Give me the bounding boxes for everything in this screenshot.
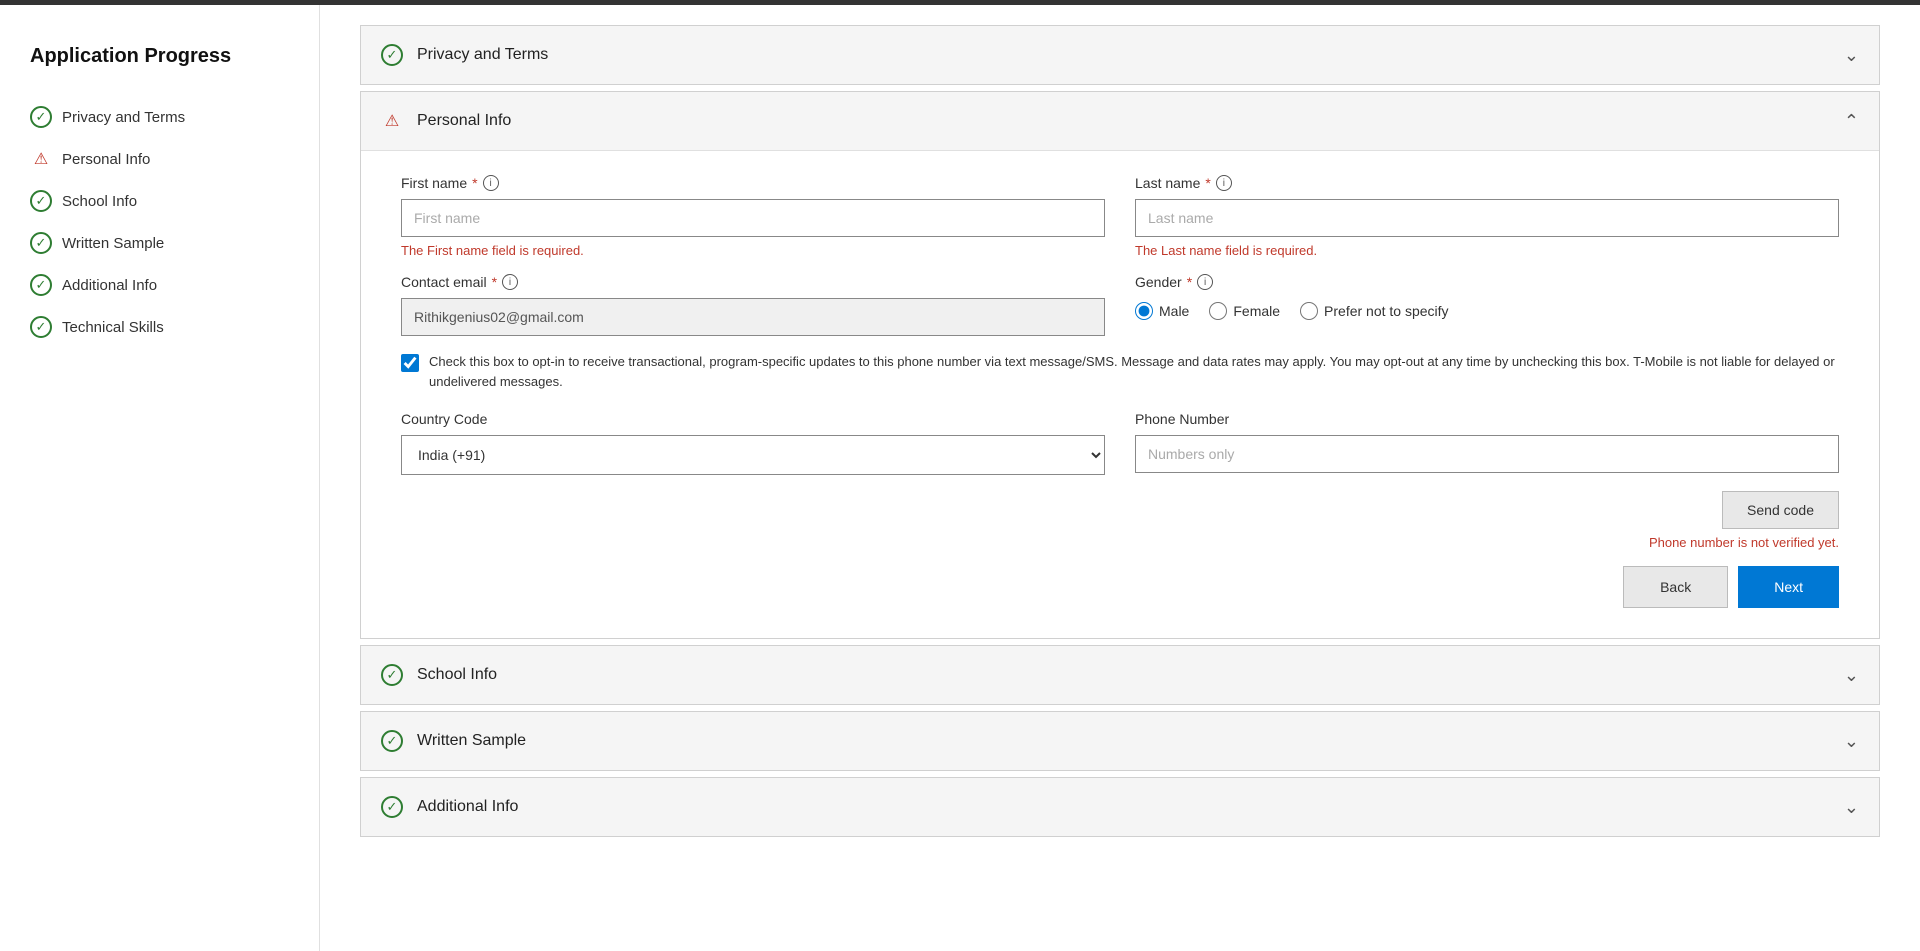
sms-checkbox[interactable] (401, 354, 419, 372)
additional-info-title: Additional Info (417, 798, 518, 816)
first-name-required: * (472, 175, 477, 191)
phone-number-input[interactable] (1135, 435, 1839, 473)
sidebar-item-additional-info[interactable]: ✓ Additional Info (30, 264, 289, 306)
email-info-icon[interactable]: i (502, 274, 518, 290)
check-icon-privacy: ✓ (30, 106, 52, 128)
sidebar: Application Progress ✓ Privacy and Terms… (0, 5, 320, 951)
chevron-down-icon-privacy: ⌄ (1844, 45, 1859, 66)
section-school-info: ✓ School Info ⌄ (360, 645, 1880, 705)
sidebar-label-additional-info: Additional Info (62, 277, 157, 294)
email-gender-row: Contact email * i Gender * i (401, 274, 1839, 336)
app-container: Application Progress ✓ Privacy and Terms… (0, 5, 1920, 951)
contact-email-group: Contact email * i (401, 274, 1105, 336)
check-icon-technical: ✓ (30, 316, 52, 338)
last-name-label: Last name * i (1135, 175, 1839, 191)
check-icon-written: ✓ (30, 232, 52, 254)
accordion-header-additional[interactable]: ✓ Additional Info ⌄ (361, 778, 1879, 836)
gender-prefer-not-label: Prefer not to specify (1324, 303, 1449, 319)
country-code-select[interactable]: India (+91) United States (+1) United Ki… (401, 435, 1105, 475)
check-icon-school-header: ✓ (381, 664, 403, 686)
gender-male-label: Male (1159, 303, 1189, 319)
email-required: * (492, 274, 497, 290)
contact-email-input[interactable] (401, 298, 1105, 336)
check-icon-additional: ✓ (30, 274, 52, 296)
accordion-header-school[interactable]: ✓ School Info ⌄ (361, 646, 1879, 704)
first-name-label: First name * i (401, 175, 1105, 191)
phone-warning: Phone number is not verified yet. (401, 535, 1839, 550)
sms-checkbox-label: Check this box to opt-in to receive tran… (429, 352, 1839, 391)
personal-info-title: Personal Info (417, 112, 511, 130)
gender-label: Gender * i (1135, 274, 1839, 290)
gender-male-radio[interactable] (1135, 302, 1153, 320)
sidebar-label-technical-skills: Technical Skills (62, 319, 164, 336)
first-name-group: First name * i The First name field is r… (401, 175, 1105, 258)
gender-female-label: Female (1233, 303, 1280, 319)
phone-number-group: Phone Number (1135, 411, 1839, 475)
gender-female-option[interactable]: Female (1209, 302, 1280, 320)
sidebar-item-written-sample[interactable]: ✓ Written Sample (30, 222, 289, 264)
gender-female-radio[interactable] (1209, 302, 1227, 320)
sidebar-label-written-sample: Written Sample (62, 235, 164, 252)
sidebar-item-technical-skills[interactable]: ✓ Technical Skills (30, 306, 289, 348)
phone-number-label: Phone Number (1135, 411, 1839, 427)
gender-male-option[interactable]: Male (1135, 302, 1189, 320)
country-code-group: Country Code India (+91) United States (… (401, 411, 1105, 475)
check-icon-additional-header: ✓ (381, 796, 403, 818)
gender-radio-group: Male Female Prefer not to specify (1135, 302, 1839, 320)
back-button[interactable]: Back (1623, 566, 1728, 608)
next-button[interactable]: Next (1738, 566, 1839, 608)
check-icon-written-header: ✓ (381, 730, 403, 752)
section-personal-info: ⚠ Personal Info ⌃ First name * i Th (360, 91, 1880, 639)
sidebar-item-personal-info[interactable]: ⚠ Personal Info (30, 138, 289, 180)
chevron-down-icon-school: ⌄ (1844, 665, 1859, 686)
first-name-error: The First name field is required. (401, 243, 1105, 258)
gender-prefer-not-option[interactable]: Prefer not to specify (1300, 302, 1449, 320)
send-code-row: Send code (401, 491, 1839, 529)
country-code-label: Country Code (401, 411, 1105, 427)
accordion-header-personal[interactable]: ⚠ Personal Info ⌃ (361, 92, 1879, 150)
send-code-button[interactable]: Send code (1722, 491, 1839, 529)
privacy-terms-title: Privacy and Terms (417, 46, 548, 64)
accordion-header-privacy[interactable]: ✓ Privacy and Terms ⌄ (361, 26, 1879, 84)
last-name-info-icon[interactable]: i (1216, 175, 1232, 191)
section-privacy-terms: ✓ Privacy and Terms ⌄ (360, 25, 1880, 85)
gender-info-icon[interactable]: i (1197, 274, 1213, 290)
first-name-input[interactable] (401, 199, 1105, 237)
last-name-group: Last name * i The Last name field is req… (1135, 175, 1839, 258)
personal-info-body: First name * i The First name field is r… (361, 150, 1879, 638)
sidebar-item-privacy-terms[interactable]: ✓ Privacy and Terms (30, 96, 289, 138)
first-name-info-icon[interactable]: i (483, 175, 499, 191)
warning-icon-personal-header: ⚠ (381, 110, 403, 132)
school-info-title: School Info (417, 666, 497, 684)
sidebar-label-privacy-terms: Privacy and Terms (62, 109, 185, 126)
gender-required: * (1187, 274, 1192, 290)
chevron-down-icon-written: ⌄ (1844, 731, 1859, 752)
check-icon-privacy-header: ✓ (381, 44, 403, 66)
last-name-input[interactable] (1135, 199, 1839, 237)
gender-prefer-not-radio[interactable] (1300, 302, 1318, 320)
sidebar-label-personal-info: Personal Info (62, 151, 150, 168)
warning-icon-personal: ⚠ (30, 148, 52, 170)
chevron-down-icon-additional: ⌄ (1844, 797, 1859, 818)
section-written-sample: ✓ Written Sample ⌄ (360, 711, 1880, 771)
section-additional-info: ✓ Additional Info ⌄ (360, 777, 1880, 837)
sms-checkbox-row: Check this box to opt-in to receive tran… (401, 352, 1839, 391)
contact-email-label: Contact email * i (401, 274, 1105, 290)
sidebar-item-school-info[interactable]: ✓ School Info (30, 180, 289, 222)
nav-buttons: Back Next (401, 566, 1839, 608)
last-name-required: * (1205, 175, 1210, 191)
last-name-error: The Last name field is required. (1135, 243, 1839, 258)
sidebar-title: Application Progress (30, 45, 289, 68)
main-content: ✓ Privacy and Terms ⌄ ⚠ Personal Info ⌃ (320, 5, 1920, 951)
name-row: First name * i The First name field is r… (401, 175, 1839, 258)
phone-row: Country Code India (+91) United States (… (401, 411, 1839, 475)
sidebar-label-school-info: School Info (62, 193, 137, 210)
written-sample-title: Written Sample (417, 732, 526, 750)
check-icon-school: ✓ (30, 190, 52, 212)
gender-group: Gender * i Male Female (1135, 274, 1839, 336)
accordion-header-written[interactable]: ✓ Written Sample ⌄ (361, 712, 1879, 770)
chevron-up-icon-personal: ⌃ (1844, 111, 1859, 132)
